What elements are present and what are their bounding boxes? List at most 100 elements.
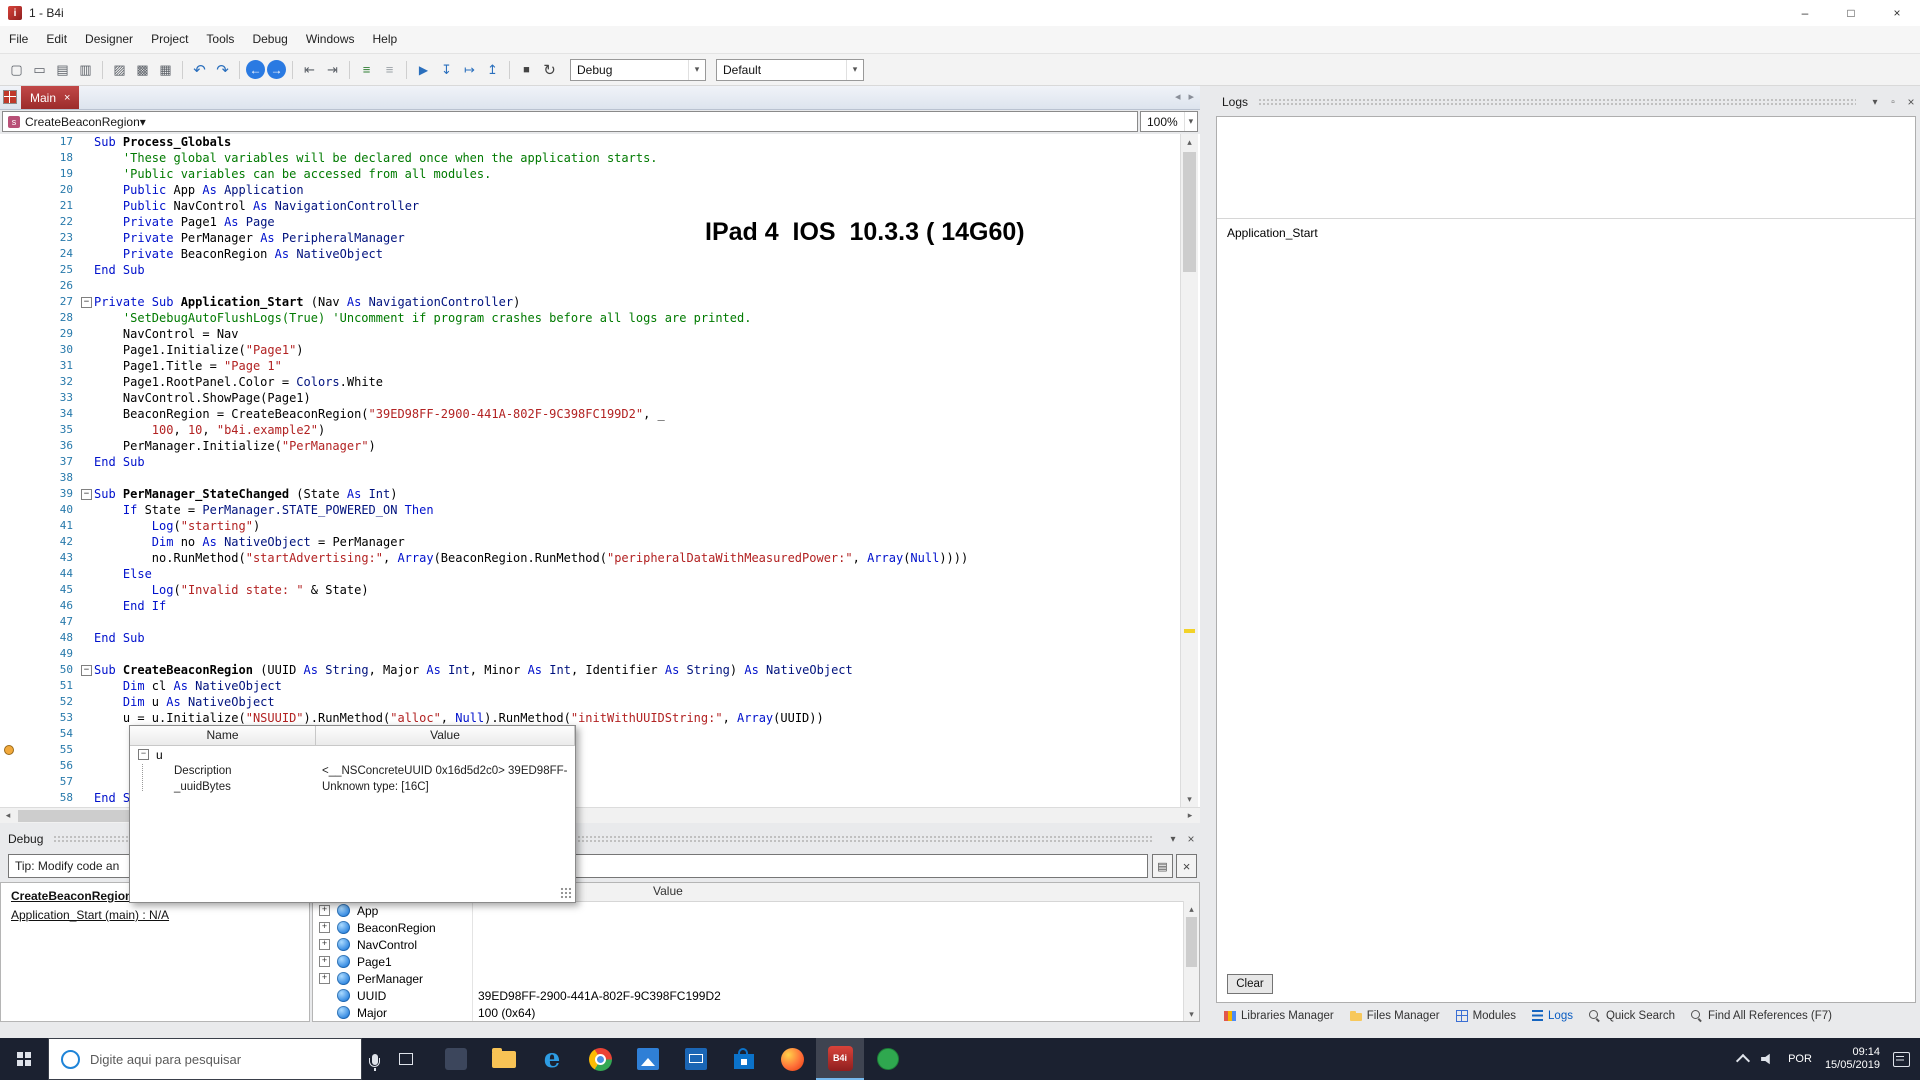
variable-row[interactable]: App xyxy=(313,902,1199,919)
variables-scrollbar[interactable] xyxy=(1183,901,1199,1021)
microphone-button[interactable] xyxy=(362,1038,388,1080)
code-line[interactable]: 41 Log("starting") xyxy=(0,518,1200,534)
menu-item-windows[interactable]: Windows xyxy=(297,26,364,53)
save-all-icon[interactable] xyxy=(75,59,96,80)
chevron-down-icon[interactable] xyxy=(1164,831,1182,847)
taskbar-app-android[interactable] xyxy=(864,1038,912,1080)
step-over-icon[interactable] xyxy=(459,59,480,80)
build-config-combo[interactable]: Default xyxy=(716,58,864,81)
code-line[interactable]: 28 'SetDebugAutoFlushLogs(True) 'Uncomme… xyxy=(0,310,1200,326)
code-line[interactable]: 38 xyxy=(0,470,1200,486)
close-icon[interactable] xyxy=(1182,831,1200,847)
menu-item-project[interactable]: Project xyxy=(142,26,197,53)
menu-item-debug[interactable]: Debug xyxy=(243,26,296,53)
variable-row[interactable]: Major 100 (0x64) xyxy=(313,1004,1199,1021)
tab-modules[interactable]: Modules xyxy=(1448,1005,1524,1026)
close-icon[interactable] xyxy=(1902,94,1920,110)
code-line[interactable]: 20 Public App As Application xyxy=(0,182,1200,198)
expand-icon[interactable] xyxy=(319,956,330,967)
step-into-icon[interactable] xyxy=(436,59,457,80)
code-line[interactable]: 50 Sub CreateBeaconRegion (UUID As String… xyxy=(0,662,1200,678)
close-button[interactable]: × xyxy=(1874,0,1920,26)
resize-grip[interactable] xyxy=(560,887,572,899)
collapse-icon[interactable] xyxy=(138,749,149,760)
cut-icon[interactable] xyxy=(109,59,130,80)
code-line[interactable]: 44 Else xyxy=(0,566,1200,582)
indent-icon[interactable] xyxy=(322,59,343,80)
expand-icon[interactable] xyxy=(319,939,330,950)
code-line[interactable]: 30 Page1.Initialize("Page1") xyxy=(0,342,1200,358)
code-line[interactable]: 29 NavControl = Nav xyxy=(0,326,1200,342)
code-line[interactable]: 37 End Sub xyxy=(0,454,1200,470)
code-line[interactable]: 43 no.RunMethod("startAdvertising:", Arr… xyxy=(0,550,1200,566)
code-line[interactable]: 18 'These global variables will be decla… xyxy=(0,150,1200,166)
taskbar-app-store[interactable] xyxy=(720,1038,768,1080)
paste-icon[interactable] xyxy=(155,59,176,80)
restart-icon[interactable] xyxy=(539,59,560,80)
code-line[interactable]: 35 100, 10, "b4i.example2") xyxy=(0,422,1200,438)
datatip-root-row[interactable]: u xyxy=(130,746,575,763)
start-button[interactable] xyxy=(0,1038,48,1080)
tab-main[interactable]: Main xyxy=(21,86,80,109)
scrollbar-thumb[interactable] xyxy=(1183,152,1196,272)
tab-files[interactable]: Files Manager xyxy=(1342,1005,1448,1026)
code-line[interactable]: 21 Public NavControl As NavigationContro… xyxy=(0,198,1200,214)
code-editor[interactable]: 17 Sub Process_Globals 18 'These global va… xyxy=(0,134,1200,807)
scroll-right-icon[interactable] xyxy=(1182,808,1198,823)
redo-icon[interactable] xyxy=(212,59,233,80)
menu-item-edit[interactable]: Edit xyxy=(37,26,76,53)
taskbar-app-system[interactable] xyxy=(432,1038,480,1080)
collapse-icon[interactable] xyxy=(81,297,92,308)
scroll-down-icon[interactable] xyxy=(1184,1006,1199,1021)
code-line[interactable]: 36 PerManager.Initialize("PerManager") xyxy=(0,438,1200,454)
scroll-down-icon[interactable] xyxy=(1181,791,1198,807)
variable-row[interactable]: Page1 xyxy=(313,953,1199,970)
zoom-combo[interactable]: 100% xyxy=(1140,111,1198,132)
code-line[interactable]: 47 xyxy=(0,614,1200,630)
collapse-icon[interactable] xyxy=(81,489,92,500)
new-icon[interactable] xyxy=(6,59,27,80)
build-mode-combo[interactable]: Debug xyxy=(570,58,706,81)
tray-expand-icon[interactable] xyxy=(1736,1053,1751,1068)
code-line[interactable]: 32 Page1.RootPanel.Color = Colors.White xyxy=(0,374,1200,390)
tab-search[interactable]: Quick Search xyxy=(1581,1005,1683,1026)
taskbar-app-chrome[interactable] xyxy=(576,1038,624,1080)
code-line[interactable]: 27 Private Sub Application_Start (Nav As … xyxy=(0,294,1200,310)
scroll-left-icon[interactable] xyxy=(1175,90,1181,103)
datatip-row[interactable]: _uuidBytes Unknown type: [16C] xyxy=(130,779,575,795)
code-line[interactable]: 49 xyxy=(0,646,1200,662)
code-line[interactable]: 40 If State = PerManager.STATE_POWERED_O… xyxy=(0,502,1200,518)
undo-icon[interactable] xyxy=(189,59,210,80)
outdent-icon[interactable] xyxy=(299,59,320,80)
code-line[interactable]: 53 u = u.Initialize("NSUUID").RunMethod(… xyxy=(0,710,1200,726)
back-icon[interactable] xyxy=(246,60,265,79)
comment-icon[interactable] xyxy=(356,59,377,80)
code-line[interactable]: 19 'Public variables can be accessed fro… xyxy=(0,166,1200,182)
stack-frame-link[interactable]: Application_Start (main) : N/A xyxy=(11,908,299,922)
code-line[interactable]: 48 End Sub xyxy=(0,630,1200,646)
taskbar-app-photos[interactable] xyxy=(624,1038,672,1080)
variable-row[interactable]: UUID 39ED98FF-2900-441A-802F-9C398FC199D2 xyxy=(313,987,1199,1004)
taskbar-app-b4i[interactable]: B4i xyxy=(816,1038,864,1080)
scrollbar-thumb[interactable] xyxy=(1186,917,1197,967)
chevron-down-icon[interactable] xyxy=(140,115,146,129)
clock[interactable]: 09:14 15/05/2019 xyxy=(1825,1046,1880,1072)
uncomment-icon[interactable] xyxy=(379,59,400,80)
tab-close-icon[interactable] xyxy=(64,92,70,104)
action-center-icon[interactable] xyxy=(1893,1051,1910,1067)
scroll-right-icon[interactable] xyxy=(1188,90,1194,103)
save-icon[interactable] xyxy=(52,59,73,80)
scroll-left-icon[interactable] xyxy=(0,808,16,823)
clear-input-button[interactable] xyxy=(1176,854,1197,878)
taskbar-app-mail[interactable] xyxy=(672,1038,720,1080)
taskbar-app-file-explorer[interactable] xyxy=(480,1038,528,1080)
tab-findref[interactable]: Find All References (F7) xyxy=(1683,1005,1840,1026)
code-line[interactable]: 52 Dim u As NativeObject xyxy=(0,694,1200,710)
chevron-down-icon[interactable] xyxy=(1183,112,1197,131)
stop-icon[interactable] xyxy=(516,59,537,80)
maximize-button[interactable]: □ xyxy=(1828,0,1874,26)
taskbar-app-edge[interactable] xyxy=(528,1038,576,1080)
variable-row[interactable]: NavControl xyxy=(313,936,1199,953)
menu-item-designer[interactable]: Designer xyxy=(76,26,142,53)
editor-vertical-scrollbar[interactable] xyxy=(1180,134,1198,807)
